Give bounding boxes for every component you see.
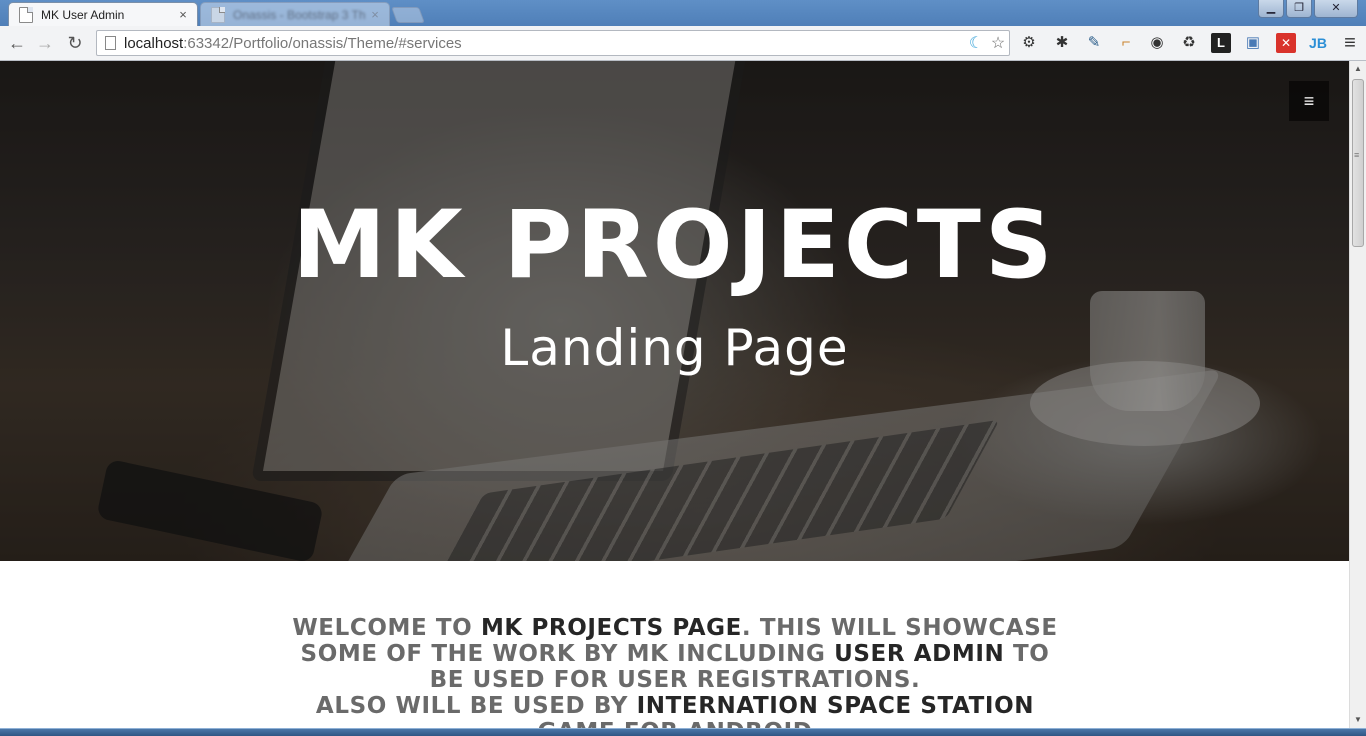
close-window-button[interactable]: ✕ bbox=[1314, 0, 1358, 18]
tab-onassis[interactable]: Onassis - Bootstrap 3 Th × bbox=[200, 2, 390, 26]
browser-tab-strip: MK User Admin × Onassis - Bootstrap 3 Th… bbox=[0, 0, 1366, 26]
hero-title: MK PROJECTS bbox=[292, 191, 1057, 300]
hamburger-icon: ≡ bbox=[1303, 90, 1315, 111]
window-controls: ▁ ❐ ✕ bbox=[1256, 0, 1358, 18]
minimize-button[interactable]: ▁ bbox=[1258, 0, 1284, 18]
highlight-user-admin: User Admin bbox=[834, 641, 1005, 667]
os-taskbar bbox=[0, 728, 1366, 736]
menu-toggle-button[interactable]: ≡ bbox=[1289, 81, 1329, 121]
settings-circle-icon[interactable]: ◉ bbox=[1147, 33, 1167, 53]
l-extension-icon[interactable]: L bbox=[1211, 33, 1231, 53]
forward-button[interactable]: → bbox=[34, 32, 56, 54]
scroll-down-arrow-icon[interactable]: ▼ bbox=[1350, 712, 1366, 728]
scroll-grip-icon: ≡ bbox=[1354, 150, 1360, 160]
tab-close-icon[interactable]: × bbox=[175, 7, 191, 22]
back-button[interactable]: ← bbox=[6, 32, 28, 54]
gear-icon[interactable]: ⚙ bbox=[1019, 33, 1039, 53]
tab-close-icon[interactable]: × bbox=[367, 7, 383, 22]
window-extension-icon[interactable]: ▣ bbox=[1243, 33, 1263, 53]
page-scrollbar[interactable]: ▲ ≡ ▼ bbox=[1349, 61, 1366, 728]
hero-subtitle: Landing Page bbox=[500, 319, 849, 377]
page-favicon-icon bbox=[211, 6, 225, 23]
x-extension-icon[interactable]: ✕ bbox=[1276, 33, 1296, 53]
moon-extension-icon[interactable]: ☾ bbox=[965, 33, 987, 53]
reload-button[interactable]: ↻ bbox=[64, 32, 86, 54]
new-tab-button[interactable] bbox=[391, 7, 425, 23]
tab-title: MK User Admin bbox=[41, 7, 125, 22]
highlight-space-station: Internation Space Station bbox=[636, 693, 1035, 719]
scroll-up-arrow-icon[interactable]: ▲ bbox=[1350, 61, 1366, 77]
page-viewport: ≡ MK PROJECTS Landing Page Welcome to MK… bbox=[0, 61, 1349, 728]
bug-icon[interactable]: ✱ bbox=[1052, 33, 1072, 53]
ruler-icon[interactable]: ⌐ bbox=[1116, 33, 1136, 53]
hero-dark-overlay bbox=[0, 61, 1349, 561]
scrollbar-thumb[interactable]: ≡ bbox=[1352, 79, 1364, 247]
page-favicon-icon bbox=[19, 6, 33, 23]
eyedropper-icon[interactable]: ✎ bbox=[1084, 33, 1104, 53]
intro-text: Welcome to MK Projects Page. This will s… bbox=[292, 615, 1058, 728]
page-icon bbox=[105, 36, 116, 50]
maximize-button[interactable]: ❐ bbox=[1286, 0, 1312, 18]
address-bar[interactable]: localhost:63342/Portfolio/onassis/Theme/… bbox=[96, 30, 1010, 56]
jb-extension-icon[interactable]: JB bbox=[1308, 33, 1328, 53]
tab-title: Onassis - Bootstrap 3 Th bbox=[233, 7, 366, 22]
hero-section: ≡ MK PROJECTS Landing Page bbox=[0, 61, 1349, 561]
highlight-mk-projects: MK Projects Page bbox=[480, 615, 742, 641]
address-url[interactable]: localhost:63342/Portfolio/onassis/Theme/… bbox=[124, 35, 965, 52]
tab-mk-user-admin[interactable]: MK User Admin × bbox=[8, 2, 198, 26]
browser-toolbar: ← → ↻ localhost:63342/Portfolio/onassis/… bbox=[0, 26, 1366, 61]
bookmark-star-icon[interactable]: ☆ bbox=[987, 33, 1009, 53]
recycle-icon[interactable]: ♻ bbox=[1179, 33, 1199, 53]
chrome-menu-icon[interactable]: ≡ bbox=[1340, 33, 1360, 53]
